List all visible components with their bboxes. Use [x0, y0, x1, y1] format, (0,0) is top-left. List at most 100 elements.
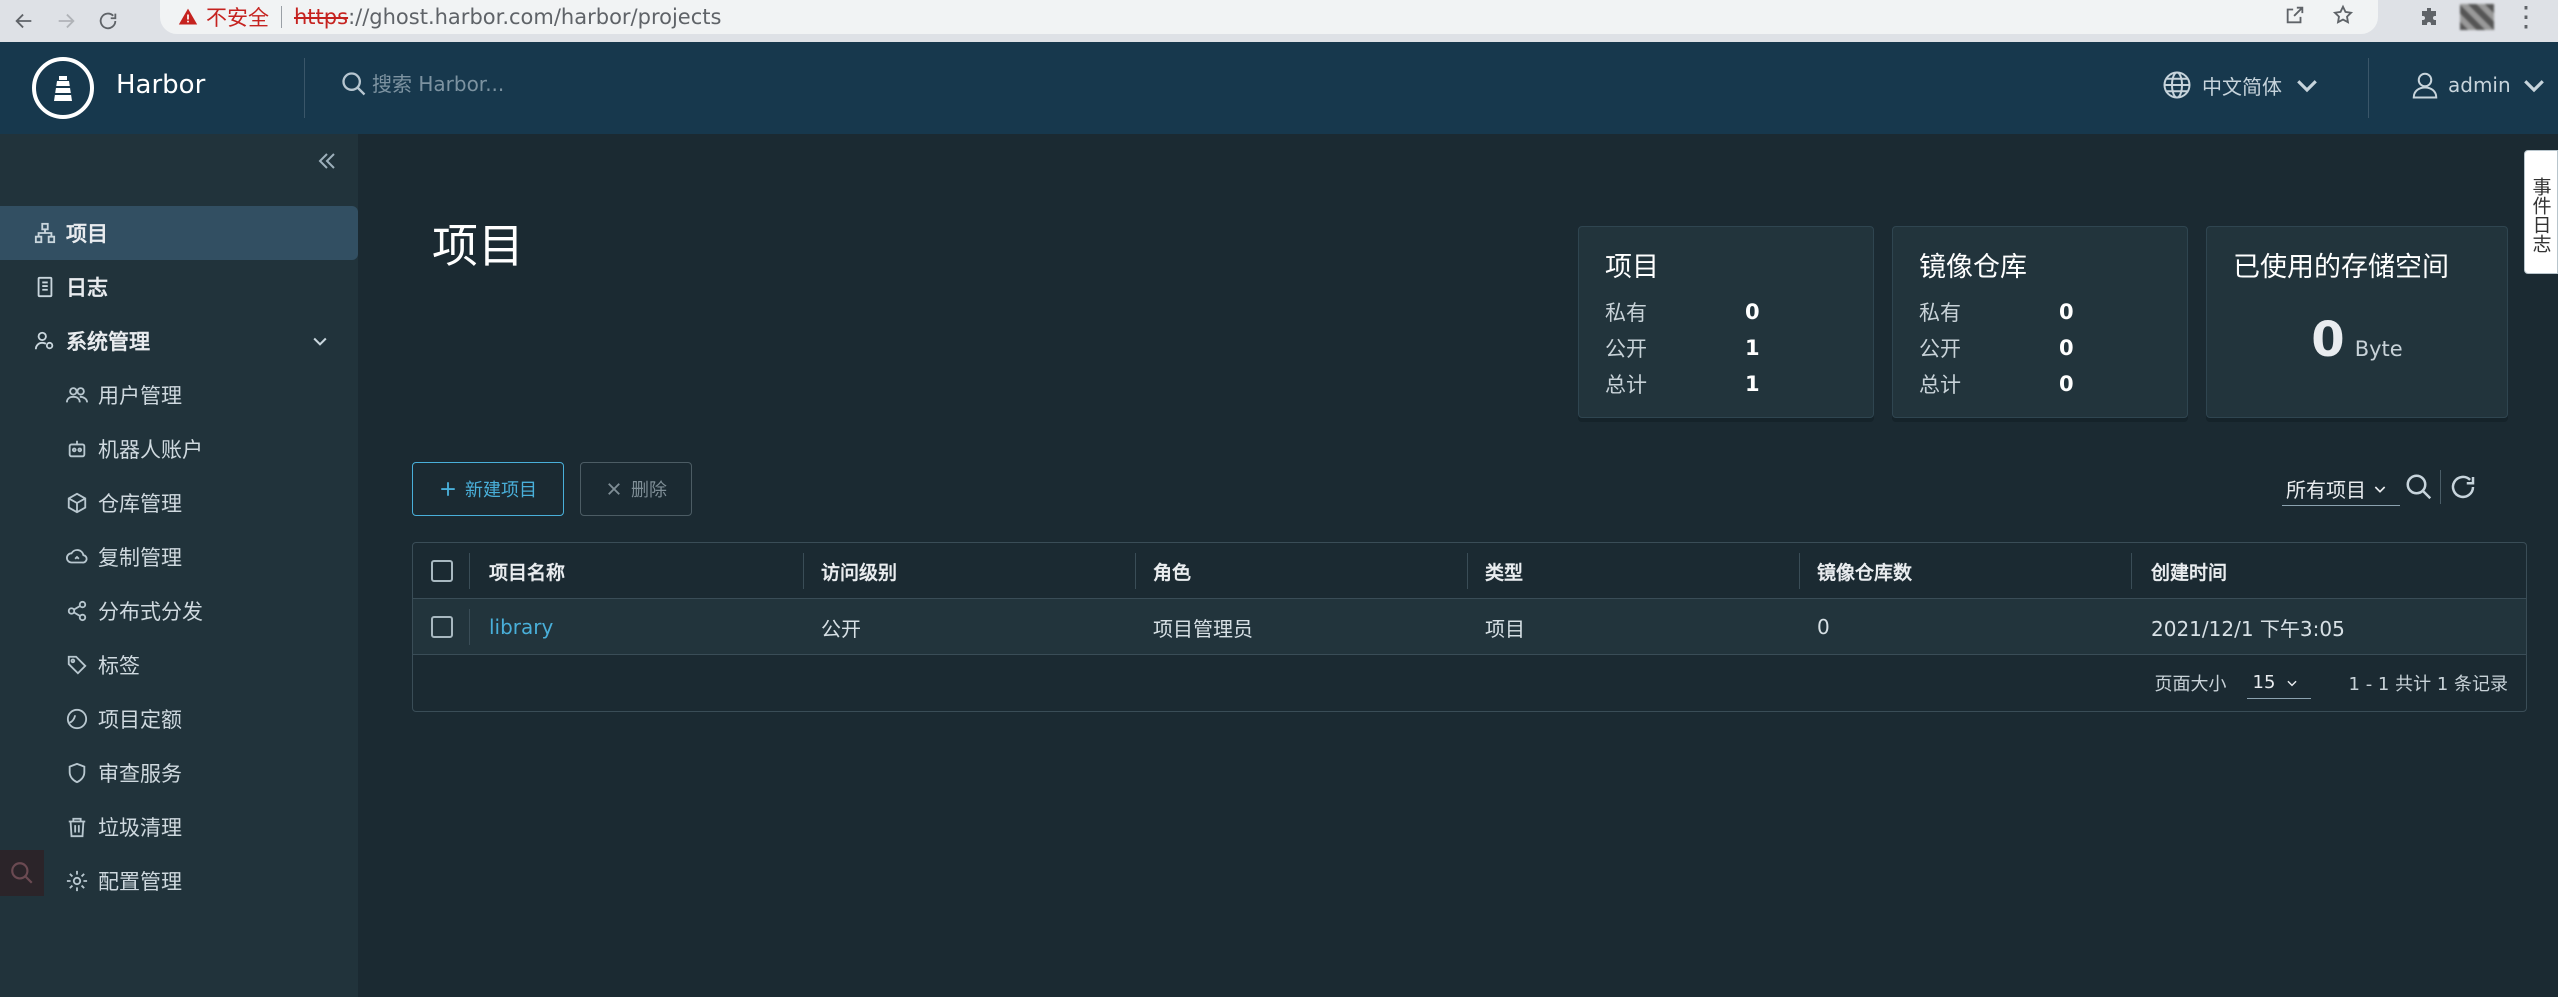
- project-filter-select[interactable]: 所有项目: [2282, 472, 2400, 506]
- address-bar[interactable]: 不安全 https ://ghost.harbor.com/harbor/pro…: [160, 0, 2378, 34]
- quota-icon: [66, 708, 88, 730]
- floating-search-button[interactable]: [0, 850, 44, 896]
- global-search[interactable]: [340, 70, 940, 98]
- search-icon: [342, 72, 366, 96]
- harbor-logo[interactable]: [32, 57, 94, 119]
- back-button[interactable]: [6, 3, 42, 39]
- projects-icon: [34, 222, 56, 244]
- lighthouse-icon: [54, 76, 72, 101]
- repo-count-cell: 0: [1817, 615, 1830, 639]
- repositories-summary-card: 镜像仓库 私有 0 公开 0 总计 0: [1892, 226, 2188, 418]
- sidebar-item-replications[interactable]: 复制管理: [0, 530, 358, 584]
- sidebar-item-label: 分布式分发: [98, 600, 203, 624]
- sidebar-item-administration[interactable]: 系统管理: [0, 314, 358, 368]
- stat-value: 1: [1745, 336, 1760, 360]
- projects-table: 项目名称 访问级别 角色 类型 镜像仓库数 创建时间 library 公开 项目…: [412, 542, 2527, 712]
- extensions-icon[interactable]: [2418, 5, 2442, 29]
- stat-row: 总计 1: [1605, 366, 1847, 402]
- sidebar-item-label: 项目定额: [98, 708, 182, 732]
- close-icon: [608, 483, 620, 495]
- sidebar-item-configuration[interactable]: 配置管理: [0, 854, 358, 908]
- chevron-down-icon: [313, 337, 327, 346]
- sidebar-item-users[interactable]: 用户管理: [0, 368, 358, 422]
- stat-row: 总计 0: [1919, 366, 2161, 402]
- delete-button[interactable]: 删除: [580, 462, 692, 516]
- stat-value: 1: [1745, 372, 1760, 396]
- sidebar: 项目 日志 系统管理 用户管理 机器人账户 仓库管理 复制管理 分布式分发 标签…: [0, 134, 358, 997]
- forward-button[interactable]: [48, 3, 84, 39]
- column-header[interactable]: 访问级别: [821, 543, 897, 599]
- column-header[interactable]: 镜像仓库数: [1817, 543, 1912, 599]
- page-size-label: 页面大小: [2154, 674, 2227, 695]
- checkbox[interactable]: [431, 616, 453, 638]
- omnibox-divider: [281, 6, 282, 28]
- user-menu[interactable]: admin: [2410, 70, 2549, 100]
- trash-icon: [68, 817, 86, 838]
- sidebar-item-quotas[interactable]: 项目定额: [0, 692, 358, 746]
- search-icon: [11, 862, 33, 884]
- column-header[interactable]: 项目名称: [489, 543, 565, 599]
- sidebar-item-labels[interactable]: 标签: [0, 638, 358, 692]
- card-title: 项目: [1605, 252, 1659, 283]
- access-level-cell: 公开: [821, 616, 861, 641]
- reload-button[interactable]: [90, 3, 126, 39]
- stat-label: 公开: [1605, 337, 1647, 361]
- insecure-label: 不安全: [206, 6, 269, 30]
- sidebar-item-distributions[interactable]: 分布式分发: [0, 584, 358, 638]
- sidebar-item-projects[interactable]: 项目: [0, 206, 358, 260]
- page-title: 项目: [432, 219, 524, 273]
- sidebar-item-logs[interactable]: 日志: [0, 260, 358, 314]
- table-row: library 公开 项目管理员 项目 0 2021/12/1 下午3:05: [413, 599, 2526, 655]
- new-project-button[interactable]: 新建项目: [412, 462, 564, 516]
- column-divider: [1799, 553, 1800, 589]
- stat-row: 公开 0: [1919, 330, 2161, 366]
- event-log-tab[interactable]: 事件日志: [2524, 150, 2558, 274]
- page-size-value: 15: [2252, 672, 2276, 693]
- stat-row: 私有 0: [1919, 294, 2161, 330]
- column-divider: [1467, 553, 1468, 589]
- sidebar-item-registries[interactable]: 仓库管理: [0, 476, 358, 530]
- column-header[interactable]: 角色: [1153, 543, 1191, 599]
- column-header[interactable]: 类型: [1485, 543, 1523, 599]
- chevron-down-icon: [2523, 80, 2544, 93]
- stat-row: 公开 1: [1605, 330, 1847, 366]
- search-input[interactable]: [372, 72, 912, 96]
- page-size-select[interactable]: 15: [2246, 667, 2311, 699]
- shield-icon: [68, 762, 86, 784]
- bookmark-star-icon[interactable]: [2332, 4, 2354, 26]
- collapse-sidebar-button[interactable]: [310, 144, 344, 178]
- stat-value: 0: [1745, 300, 1760, 324]
- row-checkbox[interactable]: [431, 599, 453, 655]
- stat-value: 0: [2059, 300, 2074, 324]
- double-chevron-left-icon: [318, 153, 335, 169]
- share-page-icon[interactable]: [2284, 4, 2306, 26]
- users-icon: [66, 387, 88, 403]
- sidebar-item-robot-accounts[interactable]: 机器人账户: [0, 422, 358, 476]
- arrow-left-icon: [15, 13, 32, 29]
- button-label: 删除: [631, 480, 667, 501]
- profile-avatar[interactable]: [2460, 4, 2494, 30]
- column-divider: [469, 609, 470, 645]
- language-switcher[interactable]: 中文简体: [2162, 70, 2322, 100]
- refresh-icon[interactable]: [2448, 472, 2478, 502]
- table-header: 项目名称 访问级别 角色 类型 镜像仓库数 创建时间: [413, 543, 2526, 599]
- plus-icon: [441, 482, 455, 496]
- browser-menu-icon[interactable]: ⋮: [2512, 3, 2540, 31]
- search-icon[interactable]: [2404, 472, 2434, 502]
- checkbox[interactable]: [431, 560, 453, 582]
- brand-name[interactable]: Harbor: [116, 70, 205, 100]
- arrow-right-icon: [58, 13, 75, 29]
- select-all-checkbox[interactable]: [431, 543, 453, 599]
- storage-value: 0 Byte: [2233, 312, 2481, 368]
- header-divider: [2368, 58, 2369, 118]
- storage-summary-card: 已使用的存储空间 0 Byte: [2206, 226, 2508, 418]
- column-divider: [803, 553, 804, 589]
- toolbar-divider: [2440, 470, 2441, 504]
- sidebar-item-garbage-collection[interactable]: 垃圾清理: [0, 800, 358, 854]
- stat-row: 私有 0: [1605, 294, 1847, 330]
- sidebar-item-interrogation[interactable]: 审查服务: [0, 746, 358, 800]
- storage-number: 0: [2311, 312, 2345, 368]
- column-header[interactable]: 创建时间: [2151, 543, 2227, 599]
- project-name-link[interactable]: library: [489, 599, 553, 655]
- sidebar-item-label: 用户管理: [98, 384, 182, 408]
